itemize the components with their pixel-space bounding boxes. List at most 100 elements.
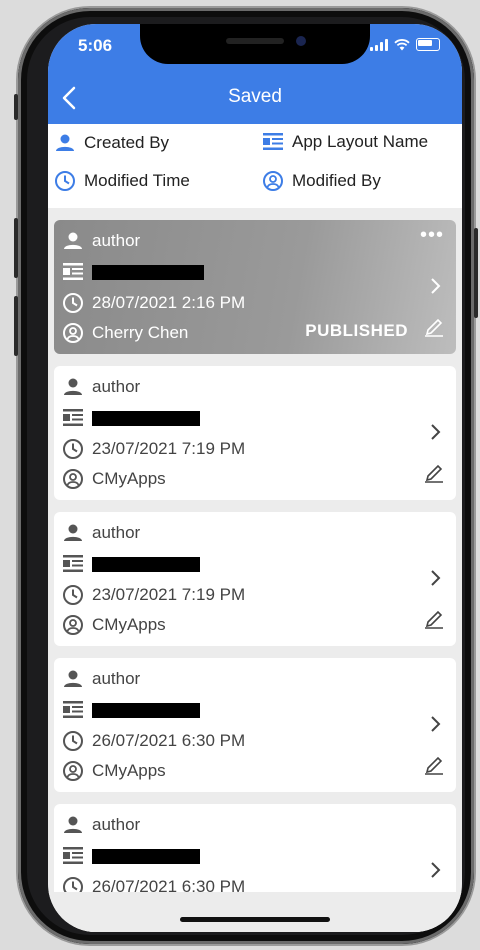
layout-icon [263,133,283,150]
bottom-safe-area [48,892,462,932]
modified-by-row: Cherry Chen [62,322,188,344]
status-badge: PUBLISHED [305,321,408,340]
cellular-signal-icon [370,39,388,51]
layout-icon [63,555,83,572]
more-icon[interactable]: ••• [420,224,444,247]
layout-row [62,846,200,866]
modified-by-text: CMyApps [92,761,166,780]
power-button [474,228,478,318]
chevron-right-icon[interactable] [430,568,442,588]
layout-row [62,700,200,720]
redacted-layout-name [92,848,200,864]
layout-icon [63,263,83,280]
redacted-layout-name [92,556,200,572]
notch [140,24,370,64]
redacted-layout-name [92,410,200,426]
modified-by-text: CMyApps [92,615,166,634]
chevron-right-icon[interactable] [430,276,442,296]
datetime-text: 26/07/2021 6:30 PM [92,731,246,750]
datetime-row: 23/07/2021 7:19 PM [62,438,245,460]
datetime-row: 26/07/2021 6:30 PM [62,730,245,752]
clock-icon [63,585,83,605]
datetime-row: 28/07/2021 2:16 PM [62,292,245,314]
pencil-icon[interactable] [422,606,446,630]
saved-list: ••• author 28/07/2021 2:16 PM Cherry Che… [48,208,462,932]
saved-item-card[interactable]: author 23/07/2021 7:19 PM CMyApps [54,366,456,500]
clock-icon [55,171,75,191]
legend-modified-by: Modified By [262,170,381,192]
modified-by-row: CMyApps [62,760,166,782]
user-circle-icon [63,323,83,343]
redacted-layout-name [92,264,204,280]
legend-created-by: Created By [54,132,169,154]
legend-app-layout-name-label: App Layout Name [292,132,429,151]
layout-icon [63,847,83,864]
person-icon [64,524,82,541]
person-icon [56,134,74,151]
author-row: author [62,814,140,836]
wifi-icon [394,39,410,51]
datetime-text: 28/07/2021 2:16 PM [92,293,246,312]
legend-created-by-label: Created By [84,133,170,152]
layout-icon [63,701,83,718]
legend-modified-time: Modified Time [54,170,190,192]
layout-row [62,408,200,428]
status-icons [370,38,440,51]
pencil-icon[interactable] [422,460,446,484]
chevron-right-icon[interactable] [430,714,442,734]
pencil-icon[interactable] [422,752,446,776]
legend-modified-by-label: Modified By [292,171,381,190]
layout-row [62,262,204,282]
user-circle-icon [63,615,83,635]
saved-item-card[interactable]: author 23/07/2021 7:19 PM CMyApps [54,512,456,646]
pencil-icon[interactable] [422,314,446,338]
speaker-grille [226,38,284,44]
datetime-row: 23/07/2021 7:19 PM [62,584,245,606]
clock-icon [63,439,83,459]
status-time: 5:06 [78,36,113,55]
author-text: author [92,523,141,542]
person-icon [64,232,82,249]
author-row: author [62,668,140,690]
user-circle-icon [263,171,283,191]
author-row: author [62,230,140,252]
chevron-right-icon[interactable] [430,422,442,442]
layout-row [62,554,200,574]
volume-up-button [14,218,18,278]
legend-modified-time-label: Modified Time [84,171,190,190]
front-camera [296,36,306,46]
home-indicator[interactable] [180,917,330,922]
battery-icon [416,38,440,51]
mute-switch [14,94,18,120]
datetime-text: 23/07/2021 7:19 PM [92,585,246,604]
user-circle-icon [63,469,83,489]
modified-by-row: CMyApps [62,614,166,636]
saved-item-card[interactable]: ••• author 28/07/2021 2:16 PM Cherry Che… [54,220,456,354]
modified-by-row: CMyApps [62,468,166,490]
chevron-right-icon[interactable] [430,860,442,880]
person-icon [64,378,82,395]
modified-by-text: Cherry Chen [92,323,189,342]
app-screen: 5:06 Saved Created By App Layout Name Mo… [48,24,462,932]
datetime-text: 23/07/2021 7:19 PM [92,439,246,458]
person-icon [64,670,82,687]
author-text: author [92,231,141,250]
field-legend: Created By App Layout Name Modified Time… [48,124,462,208]
clock-icon [63,731,83,751]
author-text: author [92,669,141,688]
status-bar: 5:06 [48,24,462,72]
author-row: author [62,376,140,398]
volume-down-button [14,296,18,356]
redacted-layout-name [92,702,200,718]
user-circle-icon [63,761,83,781]
legend-app-layout-name: App Layout Name [262,132,428,152]
saved-item-card[interactable]: author 26/07/2021 6:30 PM CMyApps [54,658,456,792]
clock-icon [63,293,83,313]
author-row: author [62,522,140,544]
layout-icon [63,409,83,426]
person-icon [64,816,82,833]
nav-bar: Saved [48,72,462,124]
modified-by-text: CMyApps [92,469,166,488]
page-title: Saved [228,86,282,107]
author-text: author [92,377,141,396]
